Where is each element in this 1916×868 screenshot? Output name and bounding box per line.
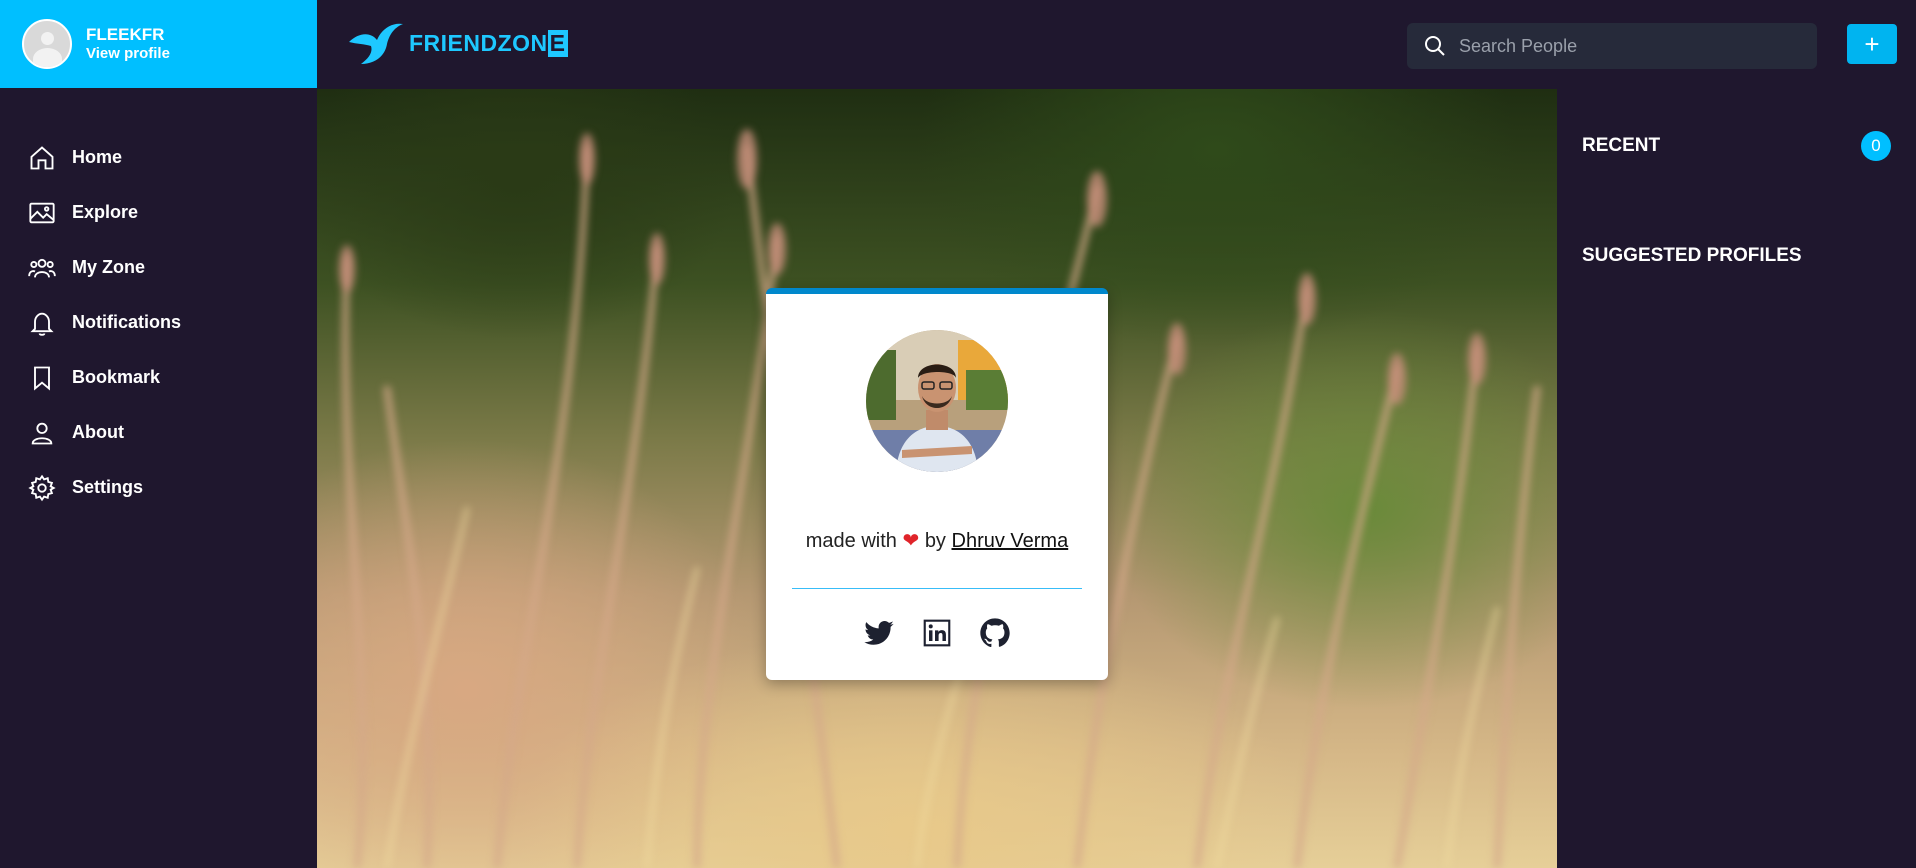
sidebar-item-label: Bookmark — [72, 367, 161, 387]
bookmark-icon — [34, 366, 50, 390]
sidebar-item-label: My Zone — [72, 257, 146, 277]
sidebar-nav: Home Explore My Zone Notifications Bookm… — [0, 130, 317, 515]
sidebar-item-label: Explore — [72, 202, 139, 222]
github-icon[interactable] — [978, 616, 1012, 650]
sidebar-item-label: Settings — [72, 477, 144, 497]
right-panel: RECENT 0 SUGGESTED PROFILES — [1557, 89, 1916, 868]
add-button[interactable]: + — [1847, 24, 1897, 64]
sidebar-item-about[interactable]: About — [0, 405, 317, 460]
credits-text: made with ❤ by Dhruv Verma — [805, 530, 1069, 552]
view-profile-link[interactable]: View profile — [86, 45, 170, 63]
divider — [792, 588, 1082, 589]
twitter-icon[interactable] — [862, 616, 896, 650]
logo-text: FRIENDZONE — [409, 29, 568, 57]
sidebar-item-home[interactable]: Home — [0, 130, 317, 185]
search-input[interactable] — [1459, 35, 1799, 57]
profile-box[interactable]: FLEEKFR View profile — [0, 0, 317, 88]
sidebar-item-settings[interactable]: Settings — [0, 460, 317, 515]
suggested-profiles-title: SUGGESTED PROFILES — [1582, 245, 1802, 266]
sidebar-item-label: About — [72, 422, 124, 442]
user-icon — [31, 422, 53, 444]
bird-logo-icon — [349, 23, 403, 65]
search-icon — [1425, 36, 1445, 56]
users-icon — [28, 258, 56, 278]
profile-name: FLEEKFR — [86, 24, 165, 44]
header: FRIENDZONE + — [317, 0, 1916, 88]
recent-count-badge: 0 — [1861, 131, 1891, 161]
logo[interactable]: FRIENDZONE — [347, 20, 568, 66]
sidebar-item-my-zone[interactable]: My Zone — [0, 240, 317, 295]
recent-title: RECENT — [1582, 135, 1661, 156]
heart-icon: ❤ — [902, 530, 920, 552]
sidebar-item-notifications[interactable]: Notifications — [0, 295, 317, 350]
social-links — [766, 616, 1108, 650]
home-icon — [30, 145, 54, 169]
credits-card: made with ❤ by Dhruv Verma — [766, 288, 1108, 680]
sidebar-item-explore[interactable]: Explore — [0, 185, 317, 240]
avatar — [22, 19, 72, 69]
author-photo — [866, 330, 1008, 472]
linkedin-icon[interactable] — [920, 616, 954, 650]
image-icon — [29, 202, 55, 223]
sidebar-item-label: Home — [72, 147, 123, 167]
search-bar[interactable] — [1407, 23, 1817, 69]
gear-icon — [28, 474, 56, 501]
sidebar-item-bookmark[interactable]: Bookmark — [0, 350, 317, 405]
sidebar-item-label: Notifications — [72, 312, 182, 332]
author-link[interactable]: Dhruv Verma — [952, 530, 1069, 552]
bell-icon — [30, 312, 54, 336]
